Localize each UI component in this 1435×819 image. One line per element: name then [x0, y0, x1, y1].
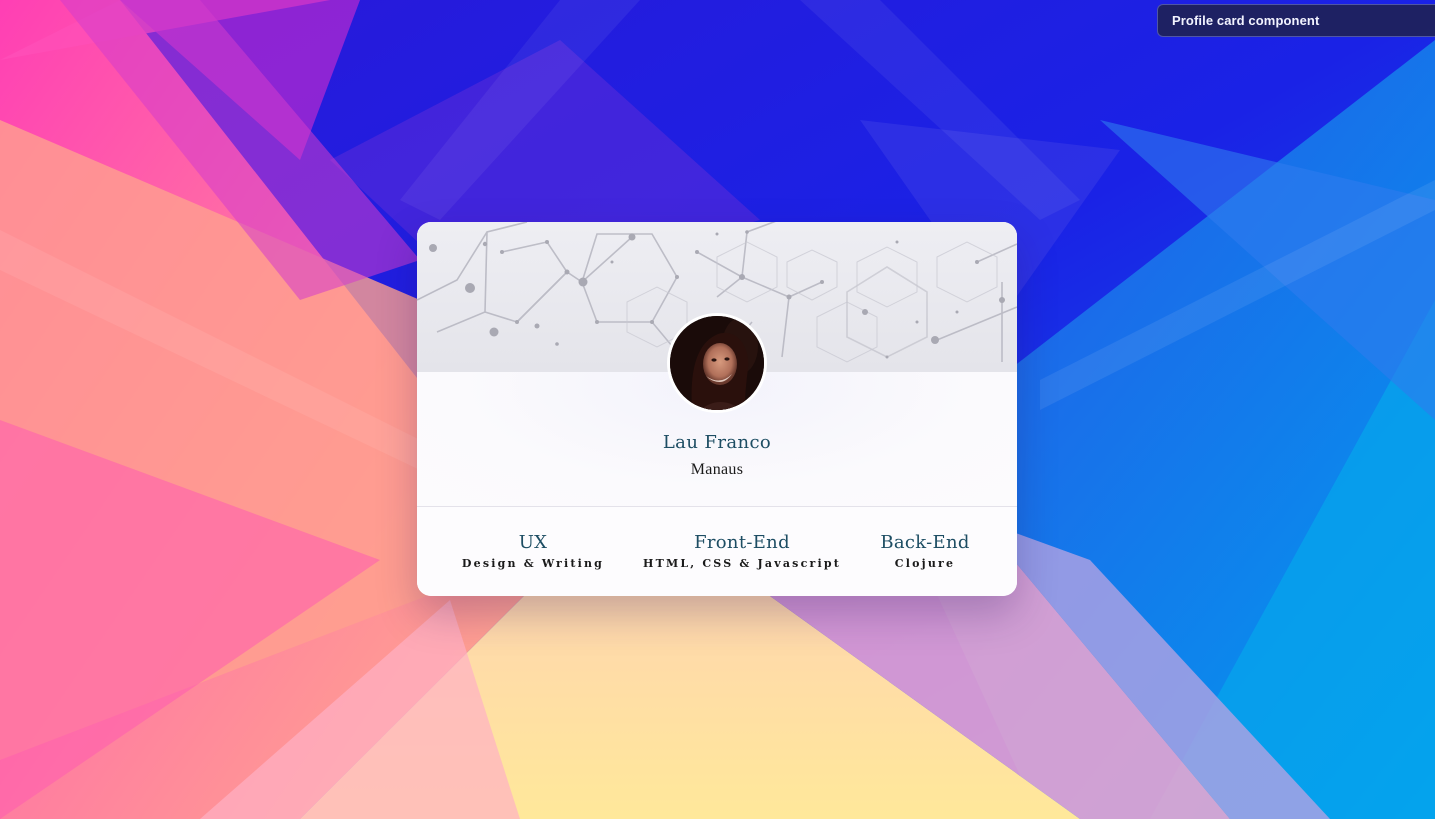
- skill-ux: UX Design & Writing: [453, 533, 613, 571]
- skill-title: Back-End: [880, 532, 970, 553]
- skill-subtitle: Clojure: [894, 557, 956, 570]
- profile-name: Lau Franco: [662, 432, 772, 453]
- skill-title: Front-End: [694, 532, 790, 553]
- profile-card-component-tab[interactable]: Profile card component: [1157, 4, 1435, 37]
- profile-card: Lau Franco Manaus UX Design & Writing Fr…: [417, 222, 1017, 596]
- skill-subtitle: HTML, CSS & Javascript: [642, 557, 842, 570]
- skills-row: UX Design & Writing Front-End HTML, CSS …: [417, 507, 1017, 596]
- skill-title: UX: [518, 532, 548, 553]
- person-photo-icon: [670, 316, 764, 410]
- skill-back-end: Back-End Clojure: [855, 533, 995, 571]
- avatar: [667, 313, 767, 413]
- profile-city: Manaus: [690, 461, 744, 478]
- tab-label: Profile card component: [1172, 13, 1320, 28]
- skill-front-end: Front-End HTML, CSS & Javascript: [637, 533, 847, 571]
- skill-subtitle: Design & Writing: [461, 557, 605, 570]
